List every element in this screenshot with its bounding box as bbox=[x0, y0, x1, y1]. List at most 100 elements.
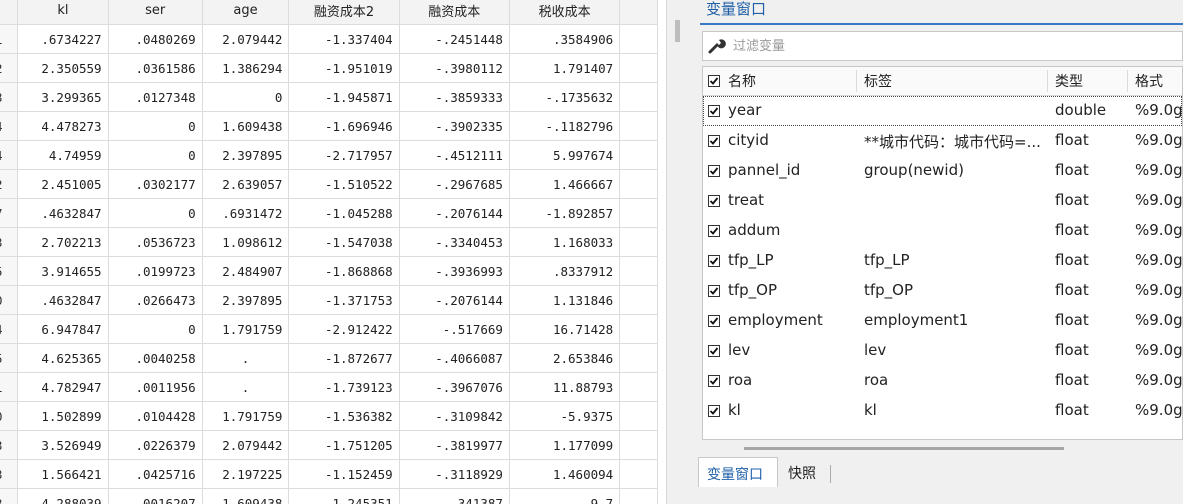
cell-financing-cost[interactable]: -.341387 bbox=[398, 488, 510, 504]
cell-kl[interactable]: 6.947847 bbox=[17, 314, 109, 344]
variable-row[interactable]: treat float %9.0g bbox=[703, 186, 1182, 216]
cell-kl[interactable]: 4.625365 bbox=[17, 343, 109, 373]
cell-financing-cost[interactable]: -.4512111 bbox=[398, 140, 510, 170]
tab-snapshots[interactable]: 快照 bbox=[782, 457, 832, 487]
table-row[interactable]: 44.47827301.609438-1.696946-.3902335-.11… bbox=[0, 111, 658, 141]
data-table[interactable]: kl ser age 融资成本2 融资成本 税收成本 1.6734227.048… bbox=[0, 0, 658, 504]
table-row[interactable]: 14.782947.0011956.-1.739123-.396707611.8… bbox=[0, 372, 658, 402]
cell-kl[interactable]: .6734227 bbox=[17, 24, 109, 54]
cell-ser[interactable]: .0226379 bbox=[107, 430, 203, 460]
column-header-financing-cost-2[interactable]: 融资成本2 bbox=[288, 0, 400, 25]
cell-financing-cost-2[interactable]: -1.739123 bbox=[288, 372, 400, 402]
row-number[interactable]: 0 bbox=[0, 401, 19, 431]
row-number[interactable]: 3 bbox=[0, 82, 19, 112]
column-header-empty[interactable] bbox=[619, 0, 658, 25]
table-row[interactable]: 1.6734227.04802692.079442-1.337404-.2451… bbox=[0, 24, 658, 54]
cell-financing-cost-2[interactable]: -1.045288 bbox=[288, 198, 400, 228]
cell-ser[interactable]: .0302177 bbox=[107, 169, 203, 199]
cell-empty[interactable] bbox=[619, 372, 658, 402]
table-row[interactable]: 22.350559.03615861.386294-1.951019-.3980… bbox=[0, 53, 658, 83]
cell-financing-cost[interactable]: -.3118929 bbox=[398, 459, 510, 489]
cell-tax-cost[interactable]: -.1735632 bbox=[508, 82, 621, 112]
cell-financing-cost-2[interactable]: -1.245351 bbox=[288, 488, 400, 504]
header-type[interactable]: 类型 bbox=[1055, 71, 1083, 91]
cell-empty[interactable] bbox=[619, 169, 658, 199]
variable-checkbox[interactable] bbox=[708, 105, 720, 117]
cell-tax-cost[interactable]: 1.466667 bbox=[508, 169, 621, 199]
cell-tax-cost[interactable]: 5.997674 bbox=[508, 140, 621, 170]
cell-financing-cost[interactable]: -.2076144 bbox=[398, 198, 510, 228]
cell-financing-cost[interactable]: -.2451448 bbox=[398, 24, 510, 54]
table-row[interactable]: 44.7495902.397895-2.717957-.45121115.997… bbox=[0, 140, 658, 170]
cell-age[interactable]: 1.609438 bbox=[201, 111, 290, 141]
cell-financing-cost-2[interactable]: -1.371753 bbox=[288, 285, 400, 315]
variable-checkbox[interactable] bbox=[708, 195, 720, 207]
tab-variables-window[interactable]: 变量窗口 bbox=[698, 457, 778, 487]
table-row[interactable]: 54.625365.0040258.-1.872677-.40660872.65… bbox=[0, 343, 658, 373]
table-row[interactable]: 7.46328470.6931472-1.045288-.2076144-1.8… bbox=[0, 198, 658, 228]
variable-checkbox[interactable] bbox=[708, 165, 720, 177]
cell-financing-cost-2[interactable]: -1.872677 bbox=[288, 343, 400, 373]
cell-ser[interactable]: .0104428 bbox=[107, 401, 203, 431]
column-header-financing-cost[interactable]: 融资成本 bbox=[398, 0, 510, 25]
cell-financing-cost[interactable]: -.517669 bbox=[398, 314, 510, 344]
column-separator[interactable] bbox=[1047, 70, 1048, 92]
cell-financing-cost[interactable]: -.4066087 bbox=[398, 343, 510, 373]
column-header-age[interactable]: age bbox=[201, 0, 290, 25]
row-number[interactable]: 3 bbox=[0, 488, 19, 504]
cell-age[interactable]: 2.079442 bbox=[201, 430, 290, 460]
data-editor-grid[interactable]: kl ser age 融资成本2 融资成本 税收成本 1.6734227.048… bbox=[0, 0, 666, 504]
cell-financing-cost-2[interactable]: -2.912422 bbox=[288, 314, 400, 344]
cell-age[interactable]: 2.397895 bbox=[201, 285, 290, 315]
row-number[interactable]: 2 bbox=[0, 169, 19, 199]
horizontal-scrollbar[interactable] bbox=[702, 440, 1183, 452]
table-row[interactable]: 46.94784701.791759-2.912422-.51766916.71… bbox=[0, 314, 658, 344]
row-number[interactable]: 7 bbox=[0, 198, 19, 228]
row-number[interactable]: 2 bbox=[0, 53, 19, 83]
row-number-header[interactable] bbox=[0, 0, 19, 25]
cell-empty[interactable] bbox=[619, 198, 658, 228]
cell-ser[interactable]: .0040258 bbox=[107, 343, 203, 373]
cell-ser[interactable]: .0266473 bbox=[107, 285, 203, 315]
cell-ser[interactable]: 0 bbox=[107, 314, 203, 344]
cell-age[interactable]: 1.098612 bbox=[201, 227, 290, 257]
cell-empty[interactable] bbox=[619, 285, 658, 315]
cell-empty[interactable] bbox=[619, 459, 658, 489]
header-label[interactable]: 标签 bbox=[864, 71, 892, 91]
cell-ser[interactable]: 0 bbox=[107, 140, 203, 170]
cell-kl[interactable]: 4.74959 bbox=[17, 140, 109, 170]
cell-age[interactable]: 1.791759 bbox=[201, 401, 290, 431]
cell-tax-cost[interactable]: .8337912 bbox=[508, 256, 621, 286]
cell-kl[interactable]: 3.299365 bbox=[17, 82, 109, 112]
column-header-kl[interactable]: kl bbox=[17, 0, 109, 25]
cell-kl[interactable]: 1.566421 bbox=[17, 459, 109, 489]
cell-age[interactable]: 2.079442 bbox=[201, 24, 290, 54]
cell-age[interactable]: 2.639057 bbox=[201, 169, 290, 199]
row-number[interactable]: 0 bbox=[0, 285, 19, 315]
cell-ser[interactable]: 0 bbox=[107, 198, 203, 228]
row-number[interactable]: 4 bbox=[0, 314, 19, 344]
cell-kl[interactable]: 3.914655 bbox=[17, 256, 109, 286]
table-row[interactable]: 33.526949.02263792.079442-1.751205-.3819… bbox=[0, 430, 658, 460]
variable-checkbox[interactable] bbox=[708, 255, 720, 267]
cell-tax-cost[interactable]: 1.177099 bbox=[508, 430, 621, 460]
row-number[interactable]: 4 bbox=[0, 140, 19, 170]
column-separator[interactable] bbox=[856, 70, 857, 92]
header-name[interactable]: 名称 bbox=[728, 71, 756, 91]
variable-row[interactable]: lev lev float %9.0g bbox=[703, 336, 1182, 366]
variable-row[interactable]: cityid **城市代码：城市代码=... float %9.0g bbox=[703, 126, 1182, 156]
cell-financing-cost[interactable]: -.3819977 bbox=[398, 430, 510, 460]
table-row[interactable]: 34.288039.00162071.609438-1.245351-.3413… bbox=[0, 488, 658, 504]
cell-tax-cost[interactable]: -1.892857 bbox=[508, 198, 621, 228]
variable-checkbox[interactable] bbox=[708, 285, 720, 297]
cell-empty[interactable] bbox=[619, 430, 658, 460]
cell-financing-cost-2[interactable]: -1.536382 bbox=[288, 401, 400, 431]
row-number[interactable]: 1 bbox=[0, 24, 19, 54]
cell-financing-cost[interactable]: -.3967076 bbox=[398, 372, 510, 402]
variable-row[interactable]: employment employment1 float %9.0g bbox=[703, 306, 1182, 336]
cell-kl[interactable]: 1.502899 bbox=[17, 401, 109, 431]
cell-financing-cost-2[interactable]: -1.547038 bbox=[288, 227, 400, 257]
cell-ser[interactable]: .0361586 bbox=[107, 53, 203, 83]
row-number[interactable]: 4 bbox=[0, 111, 19, 141]
cell-kl[interactable]: 2.702213 bbox=[17, 227, 109, 257]
